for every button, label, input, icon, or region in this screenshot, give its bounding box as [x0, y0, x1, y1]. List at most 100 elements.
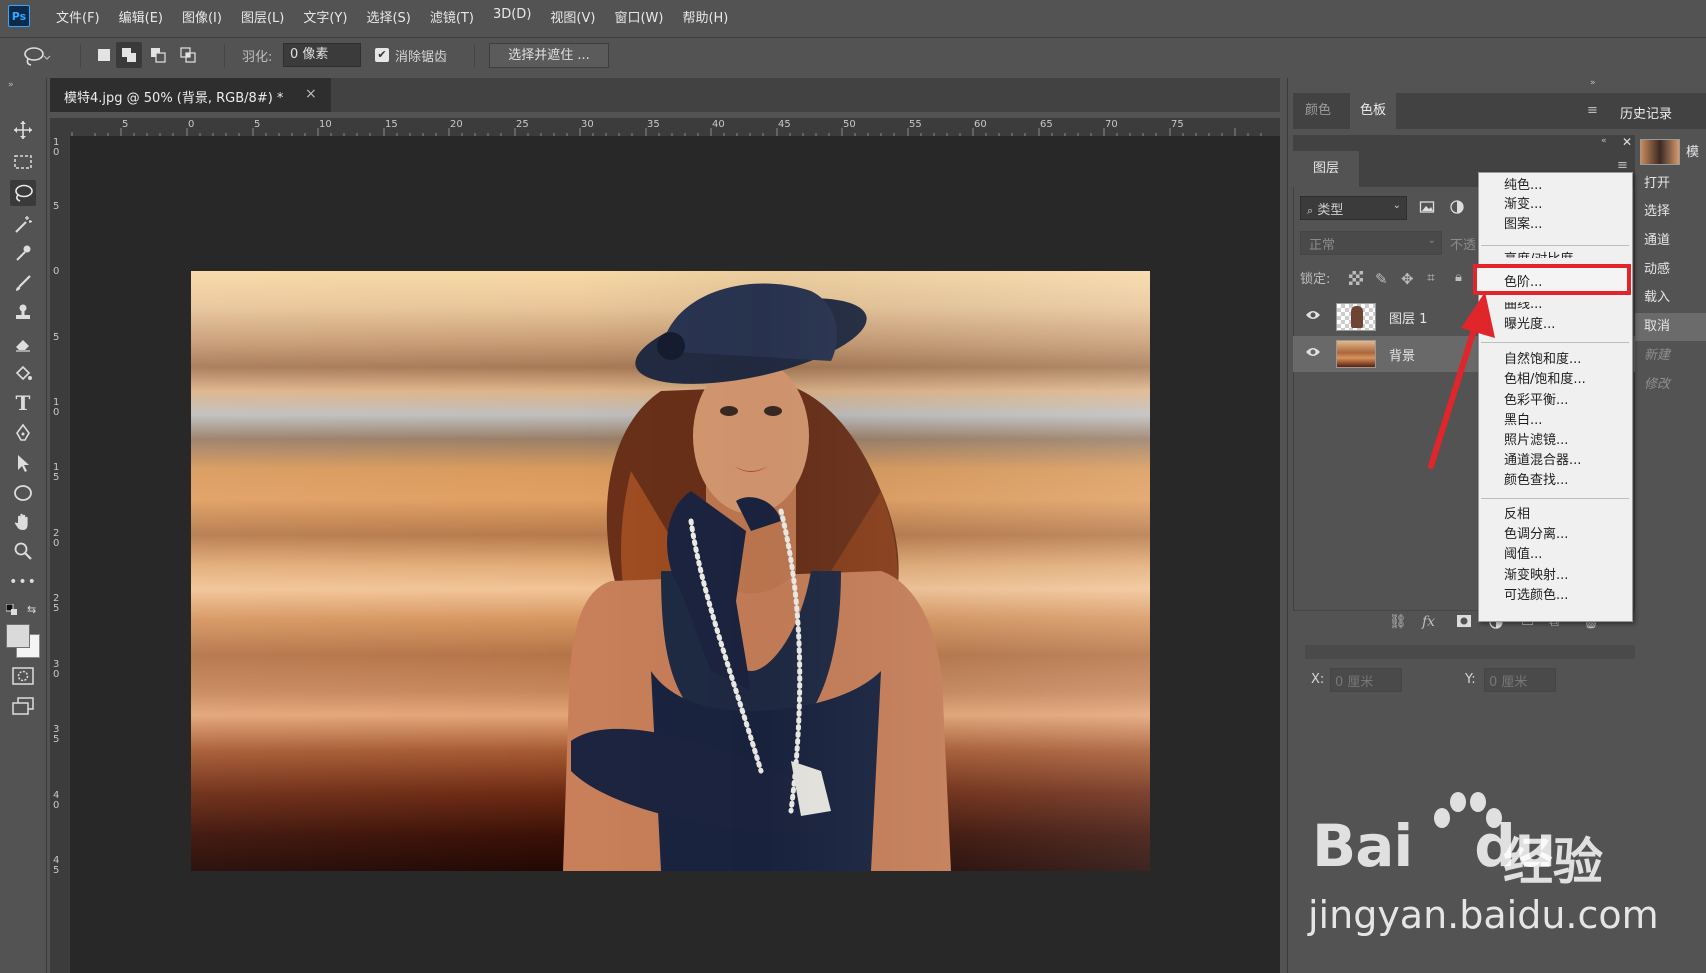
menu-item-solid-color[interactable]: 纯色...	[1504, 176, 1542, 196]
close-icon[interactable]: ×	[305, 86, 317, 102]
collapse-icon[interactable]: »	[8, 80, 14, 90]
main-menu: 文件(F) 编辑(E) 图像(I) 图层(L) 文字(Y) 选择(S) 滤镜(T…	[56, 7, 728, 26]
menu-item-vibrance[interactable]: 自然饱和度...	[1504, 350, 1581, 370]
intersect-selection-icon[interactable]	[178, 45, 198, 65]
quick-mask-icon[interactable]	[10, 663, 36, 689]
close-panel-icon[interactable]: ✕	[1622, 135, 1632, 149]
x-input[interactable]: 0 厘米	[1330, 668, 1402, 692]
path-selection-tool-icon[interactable]	[10, 450, 36, 476]
collapse-panels-icon[interactable]: »	[1590, 78, 1596, 88]
add-mask-icon[interactable]	[1456, 614, 1472, 632]
menu-item-black-white[interactable]: 黑白...	[1504, 411, 1542, 431]
menu-item-photo-filter[interactable]: 照片滤镜...	[1504, 431, 1568, 451]
menu-image[interactable]: 图像(I)	[182, 7, 222, 26]
menu-item-color-balance[interactable]: 色彩平衡...	[1504, 391, 1568, 411]
eye-icon[interactable]	[1305, 309, 1321, 325]
screen-mode-icon[interactable]	[10, 693, 36, 719]
menu-item-channel-mixer[interactable]: 通道混合器...	[1504, 451, 1581, 471]
menu-filter[interactable]: 滤镜(T)	[430, 7, 474, 26]
menu-layer[interactable]: 图层(L)	[241, 7, 284, 26]
panel-menu-icon[interactable]: ≡	[1617, 158, 1628, 173]
menu-view[interactable]: 视图(V)	[550, 7, 595, 26]
fx-icon[interactable]: fx	[1422, 614, 1435, 630]
ruler-tick: 1 0	[53, 397, 60, 418]
link-layers-icon[interactable]: ⛓	[1389, 614, 1407, 630]
ruler-tick: 3 5	[53, 724, 60, 745]
menu-item-pattern[interactable]: 图案...	[1504, 215, 1542, 235]
menu-item-gradient[interactable]: 渐变...	[1504, 195, 1542, 215]
swap-colors-icon[interactable]: ⇆	[27, 603, 36, 616]
new-selection-icon[interactable]	[94, 45, 114, 65]
eye-icon[interactable]	[1305, 346, 1321, 362]
tab-swatches[interactable]: 色板	[1350, 93, 1397, 129]
move-tool-icon[interactable]	[10, 117, 36, 143]
lock-position-icon[interactable]: ✥	[1401, 270, 1414, 288]
menu-help[interactable]: 帮助(H)	[682, 7, 728, 26]
menu-item-levels[interactable]: 色阶...	[1504, 273, 1542, 293]
eyedropper-tool-icon[interactable]	[10, 240, 36, 266]
layer-filter-select[interactable]: ⌕ 类型 ⌄	[1300, 196, 1407, 220]
antialias-checkbox[interactable]: ✔	[375, 48, 389, 62]
search-icon: ⌕	[1307, 204, 1314, 217]
menu-item-hue-saturation[interactable]: 色相/饱和度...	[1504, 370, 1586, 390]
brush-tool-icon[interactable]	[10, 270, 36, 296]
stamp-tool-icon[interactable]	[10, 300, 36, 326]
menu-edit[interactable]: 编辑(E)	[119, 7, 163, 26]
menu-item-invert[interactable]: 反相	[1504, 505, 1530, 525]
lock-paint-icon[interactable]: ✎	[1375, 270, 1388, 288]
default-colors-icon[interactable]	[5, 603, 18, 616]
marquee-tool-icon[interactable]	[10, 149, 36, 175]
zoom-tool-icon[interactable]	[10, 538, 36, 564]
pen-tool-icon[interactable]	[10, 420, 36, 446]
menu-file[interactable]: 文件(F)	[56, 7, 100, 26]
menu-item-color-lookup[interactable]: 颜色查找...	[1504, 471, 1568, 491]
ellipse-tool-icon[interactable]	[10, 480, 36, 506]
ruler-tick: 1 0	[53, 137, 60, 158]
menu-type[interactable]: 文字(Y)	[303, 7, 347, 26]
blend-mode-select[interactable]: 正常 ⌄	[1300, 231, 1442, 255]
lock-artboard-icon[interactable]: ⌗	[1427, 270, 1435, 286]
panel-menu-icon[interactable]: ≡	[1587, 103, 1598, 118]
history-snapshot-thumbnail[interactable]	[1640, 139, 1680, 165]
hand-tool-icon[interactable]	[10, 509, 36, 535]
tab-layers[interactable]: 图层	[1293, 151, 1359, 187]
menu-separator	[1481, 245, 1629, 246]
tab-color[interactable]: 颜色	[1295, 93, 1341, 129]
collapse-icon[interactable]: «	[1601, 136, 1607, 146]
ruler-tick: 5	[254, 119, 261, 130]
magic-wand-tool-icon[interactable]	[10, 211, 36, 237]
menu-window[interactable]: 窗口(W)	[614, 7, 663, 26]
menu-item-gradient-map[interactable]: 渐变映射...	[1504, 566, 1568, 586]
y-input[interactable]: 0 厘米	[1484, 668, 1556, 692]
lock-transparency-icon[interactable]	[1349, 271, 1363, 285]
eraser-tool-icon[interactable]	[10, 330, 36, 356]
menu-3d[interactable]: 3D(D)	[493, 7, 531, 26]
type-tool-icon[interactable]: T	[10, 390, 36, 416]
document-tab[interactable]: 模特4.jpg @ 50% (背景, RGB/8#) *	[50, 78, 331, 112]
paint-bucket-tool-icon[interactable]	[10, 360, 36, 386]
menu-select[interactable]: 选择(S)	[366, 7, 410, 26]
ruler-tick: 4 0	[53, 790, 60, 811]
menu-item-posterize[interactable]: 色调分离...	[1504, 525, 1568, 545]
add-selection-icon[interactable]	[116, 42, 142, 68]
ruler-tick: 10	[319, 119, 332, 130]
image-filter-icon[interactable]	[1419, 199, 1435, 215]
foreground-color-swatch-top[interactable]	[6, 624, 30, 648]
document-image[interactable]	[191, 271, 1150, 871]
subtract-selection-icon[interactable]	[148, 45, 168, 65]
menu-item-threshold[interactable]: 阈值...	[1504, 545, 1542, 565]
more-tools-icon[interactable]: •••	[9, 569, 36, 595]
ruler-left: 1 0 5 0 5 1 0 1 5 2 0 2 5 3 0 3 5 4 0 4 …	[50, 136, 71, 973]
ruler-tick: 65	[1040, 119, 1053, 130]
layer-thumbnail	[1336, 340, 1376, 368]
adjustment-filter-icon[interactable]	[1449, 199, 1465, 215]
select-and-mask-button[interactable]: 选择并遮住 ...	[489, 43, 609, 68]
menu-item-selective-color[interactable]: 可选颜色...	[1504, 586, 1568, 606]
lasso-tool-icon[interactable]	[10, 180, 36, 206]
feather-input[interactable]: 0 像素	[283, 43, 361, 67]
lock-all-icon[interactable]: 🔒︎	[1455, 270, 1462, 285]
ruler-tick: 60	[974, 119, 987, 130]
lasso-preset-icon[interactable]	[22, 44, 52, 68]
menu-item-exposure[interactable]: 曝光度...	[1504, 315, 1555, 335]
watermark-url: jingyan.baidu.com	[1308, 893, 1659, 937]
